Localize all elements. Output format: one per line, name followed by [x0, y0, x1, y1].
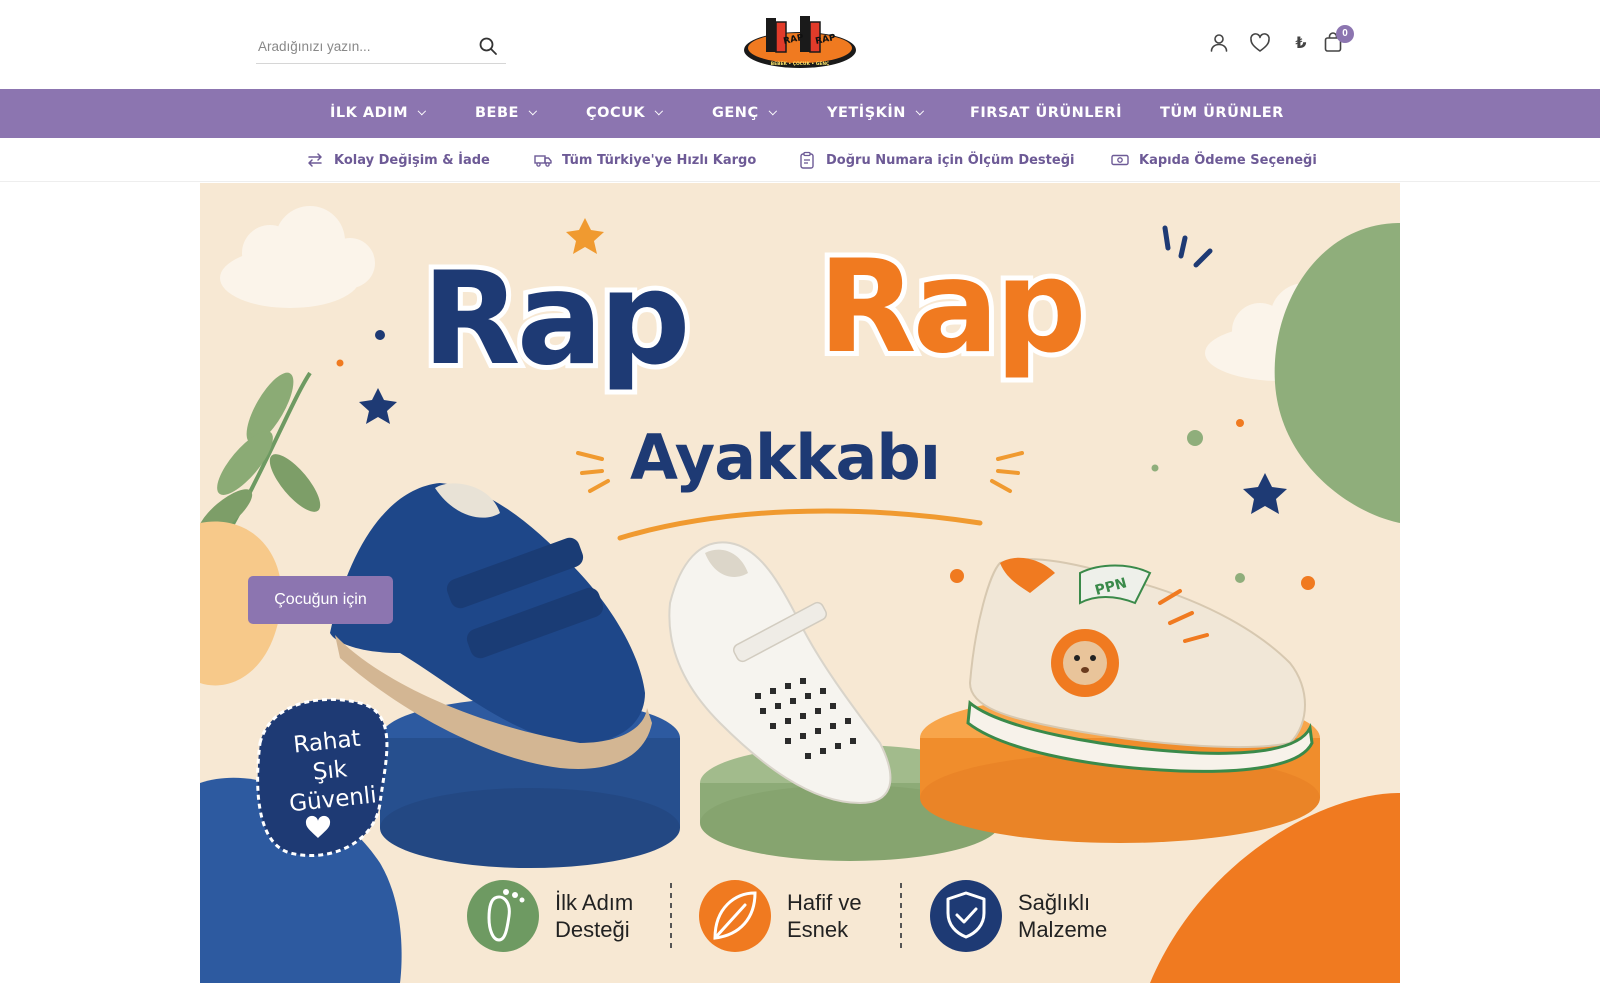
star-icon — [1243, 473, 1287, 514]
nav-item-firsat-urunleri[interactable]: FIRSAT ÜRÜNLERİ — [970, 89, 1122, 138]
hero-brand-word-2: Rap — [813, 228, 1092, 387]
cart-count-badge: 0 — [1336, 25, 1354, 43]
clipboard-icon — [800, 151, 814, 169]
hero-brand-word-1: Rap — [417, 240, 696, 399]
features-bar: Kolay Değişim & İade Tüm Türkiye'ye Hızl… — [0, 138, 1600, 182]
nav-label: ÇOCUK — [586, 105, 646, 121]
feature-easy-return[interactable]: Kolay Değişim & İade — [306, 138, 490, 182]
benefit-line: Esnek — [787, 917, 849, 942]
hero-banner[interactable]: PPN Rap Rap Ayakkabı Rahat Şık Güvenli İ… — [200, 183, 1400, 983]
nav-item-cocuk[interactable]: ÇOCUK — [586, 89, 664, 138]
nav-label: TÜM ÜRÜNLER — [1160, 105, 1284, 121]
nav-label: İLK ADIM — [330, 105, 409, 121]
feature-label: Doğru Numara için Ölçüm Desteği — [826, 152, 1075, 168]
feature-label: Kapıda Ödeme Seçeneği — [1139, 152, 1317, 168]
main-nav: İLK ADIM BEBE ÇOCUK GENÇ YETİŞKİN FIRSAT… — [0, 89, 1600, 138]
benefit-light-flexible: Hafif ve Esnek — [787, 889, 862, 943]
heart-icon[interactable] — [1249, 32, 1271, 54]
benefit-line: İlk Adım — [555, 890, 634, 915]
chevron-down-icon — [768, 106, 777, 116]
feature-cash-on-delivery[interactable]: Kapıda Ödeme Seçeneği — [1111, 138, 1317, 182]
shield-check-icon — [930, 880, 1002, 952]
chevron-down-icon — [654, 106, 664, 116]
feature-label: Kolay Değişim & İade — [334, 152, 490, 168]
site-logo[interactable]: RAP RAP BEBEK • ÇOCUK • GENÇ — [742, 14, 858, 72]
user-icon[interactable] — [1208, 32, 1230, 54]
chevron-down-icon — [417, 106, 427, 116]
nav-label: BEBE — [475, 105, 519, 121]
feature-label: Tüm Türkiye'ye Hızlı Kargo — [562, 152, 757, 168]
footprint-icon — [467, 880, 539, 952]
nav-label: YETİŞKİN — [827, 105, 906, 121]
logo-tagline: BEBEK • ÇOCUK • GENÇ — [771, 61, 829, 67]
hero-brand-subtitle: Ayakkabı — [630, 421, 941, 494]
benefit-line: Malzeme — [1018, 917, 1108, 942]
white-shoe-image — [668, 541, 892, 805]
swap-arrows-icon — [308, 153, 322, 167]
chevron-down-icon — [915, 106, 924, 116]
hero-cta-button[interactable]: Çocuğun için — [248, 576, 393, 624]
nav-label: FIRSAT ÜRÜNLERİ — [970, 105, 1122, 121]
site-header: RAP RAP BEBEK • ÇOCUK • GENÇ ₺ 0 — [0, 0, 1600, 89]
benefit-healthy-material: Sağlıklı Malzeme — [1018, 889, 1107, 943]
nav-item-tum-urunler[interactable]: TÜM ÜRÜNLER — [1160, 89, 1284, 138]
star-icon — [359, 388, 397, 424]
nav-item-genc[interactable]: GENÇ — [712, 89, 777, 138]
cash-icon — [1111, 154, 1129, 166]
cloud-icon — [220, 206, 1367, 381]
hero-badge: Rahat Şık Güvenli — [266, 722, 394, 821]
benefit-line: Sağlıklı — [1018, 890, 1091, 915]
nav-label: GENÇ — [712, 105, 759, 121]
nav-item-yetiskin[interactable]: YETİŞKİN — [827, 89, 924, 138]
nav-item-ilk-adim[interactable]: İLK ADIM — [330, 89, 427, 138]
benefit-line: Desteği — [555, 917, 630, 942]
currency-icon[interactable]: ₺ — [1290, 32, 1312, 54]
nav-item-bebe[interactable]: BEBE — [475, 89, 537, 138]
chevron-down-icon — [528, 106, 537, 116]
feature-fast-shipping[interactable]: Tüm Türkiye'ye Hızlı Kargo — [534, 138, 756, 182]
search-input[interactable] — [256, 32, 466, 61]
feature-size-support[interactable]: Doğru Numara için Ölçüm Desteği — [798, 138, 1074, 182]
search-bar — [256, 30, 506, 64]
benefit-line: Hafif ve — [787, 890, 862, 915]
benefit-first-step: İlk Adım Desteği — [555, 889, 633, 943]
truck-icon — [534, 155, 552, 167]
cream-sneaker-image: PPN — [966, 557, 1314, 773]
search-icon[interactable] — [478, 36, 498, 56]
